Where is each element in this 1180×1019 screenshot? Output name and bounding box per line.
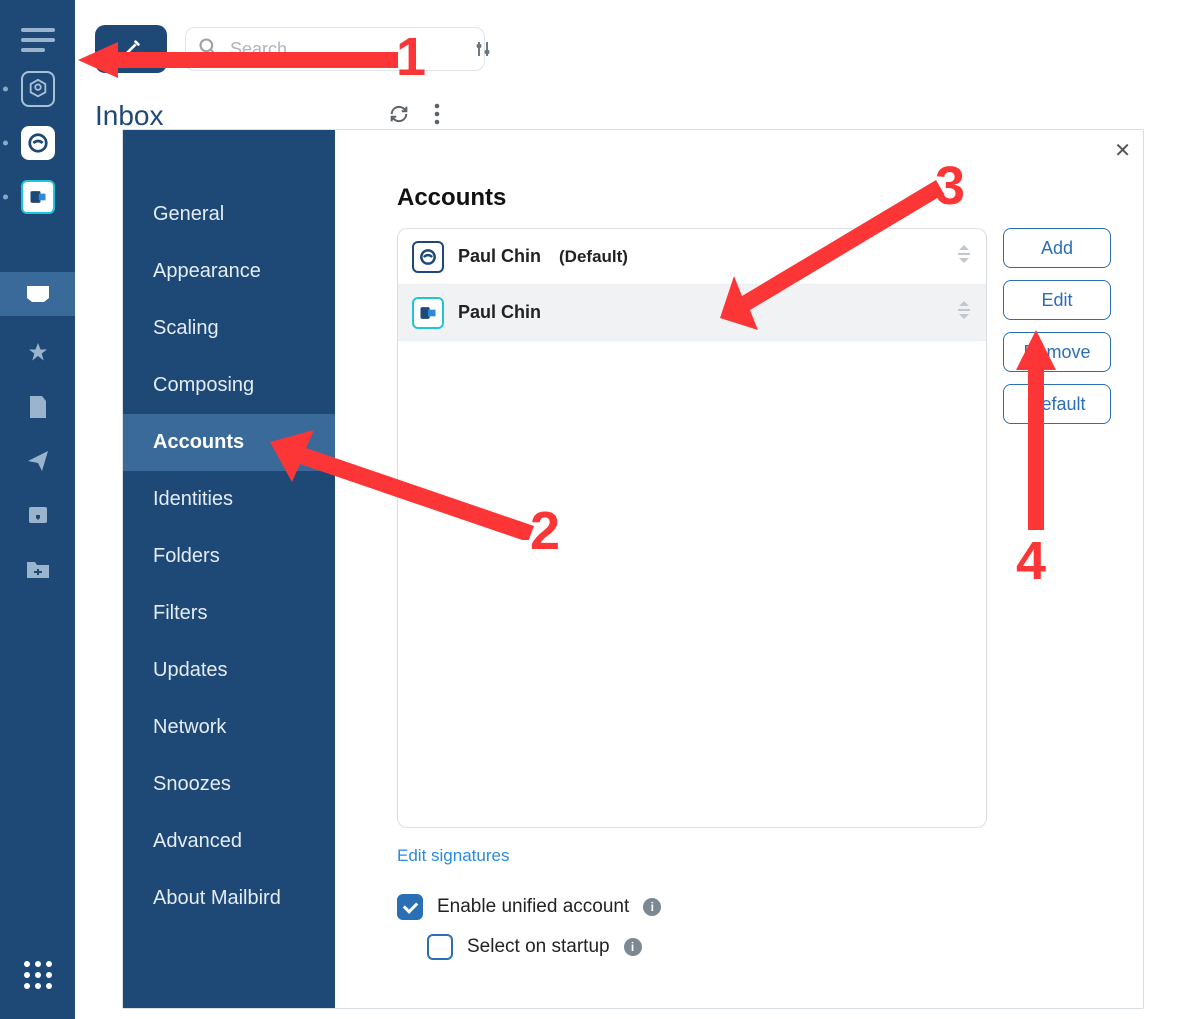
- page-title: Inbox: [95, 100, 164, 132]
- add-button[interactable]: Add: [1003, 228, 1111, 268]
- nav-item-scaling[interactable]: Scaling: [123, 300, 335, 357]
- account-row[interactable]: Paul Chin: [398, 285, 986, 341]
- app-rail: [0, 0, 75, 1019]
- nav-item-general[interactable]: General: [123, 186, 335, 243]
- nav-item-updates[interactable]: Updates: [123, 642, 335, 699]
- sidebar-item-drafts[interactable]: [21, 390, 55, 424]
- info-icon[interactable]: i: [624, 938, 642, 956]
- search-input[interactable]: [228, 38, 464, 61]
- nav-item-identities[interactable]: Identities: [123, 471, 335, 528]
- outlook-icon: [412, 297, 444, 329]
- sidebar-item-new-folder[interactable]: [21, 552, 55, 586]
- search-box[interactable]: [185, 27, 485, 71]
- refresh-icon[interactable]: [388, 103, 410, 130]
- checkbox-icon[interactable]: [397, 894, 423, 920]
- settings-nav: General Appearance Scaling Composing Acc…: [123, 130, 335, 1008]
- search-filter-icon[interactable]: [474, 40, 492, 58]
- default-button[interactable]: Default: [1003, 384, 1111, 424]
- option-unified[interactable]: Enable unified account i: [397, 894, 1111, 920]
- mailbird-account-icon[interactable]: [21, 126, 55, 160]
- nav-item-network[interactable]: Network: [123, 699, 335, 756]
- apps-grid-icon[interactable]: [24, 961, 52, 989]
- checkbox-icon[interactable]: [427, 934, 453, 960]
- outlook-account-icon[interactable]: [21, 180, 55, 214]
- account-row[interactable]: Paul Chin (Default): [398, 229, 986, 285]
- profile-icon[interactable]: [21, 72, 55, 106]
- account-name: Paul Chin: [458, 302, 541, 323]
- top-bar: [75, 0, 1180, 80]
- sidebar-item-sent[interactable]: [21, 444, 55, 478]
- account-name: Paul Chin: [458, 246, 541, 267]
- nav-item-appearance[interactable]: Appearance: [123, 243, 335, 300]
- accounts-list: Paul Chin (Default) Paul Chin: [397, 228, 987, 828]
- option-label: Enable unified account: [437, 896, 629, 918]
- sidebar-item-starred[interactable]: [21, 336, 55, 370]
- info-icon[interactable]: i: [643, 898, 661, 916]
- edit-button[interactable]: Edit: [1003, 280, 1111, 320]
- option-label: Select on startup: [467, 936, 610, 958]
- account-buttons: Add Edit Remove Default: [1003, 228, 1111, 828]
- settings-body: Accounts Paul Chin (Default): [335, 130, 1143, 1008]
- settings-dialog: ✕ General Appearance Scaling Composing A…: [122, 129, 1144, 1009]
- sidebar-item-inbox[interactable]: [0, 272, 75, 316]
- drag-handle-icon[interactable]: [956, 244, 972, 269]
- edit-signatures-link[interactable]: Edit signatures: [397, 846, 509, 866]
- more-icon[interactable]: [434, 103, 440, 130]
- nav-item-folders[interactable]: Folders: [123, 528, 335, 585]
- drag-handle-icon[interactable]: [956, 300, 972, 325]
- mailbird-icon: [412, 241, 444, 273]
- search-icon: [198, 37, 218, 62]
- settings-title: Accounts: [397, 184, 1111, 212]
- remove-button[interactable]: Remove: [1003, 332, 1111, 372]
- nav-item-about[interactable]: About Mailbird: [123, 870, 335, 927]
- compose-button[interactable]: [95, 25, 167, 73]
- nav-item-accounts[interactable]: Accounts: [123, 414, 335, 471]
- nav-item-snoozes[interactable]: Snoozes: [123, 756, 335, 813]
- option-startup[interactable]: Select on startup i: [427, 934, 1111, 960]
- menu-icon[interactable]: [21, 28, 55, 52]
- account-tag: (Default): [559, 247, 628, 267]
- sidebar-item-archive[interactable]: [21, 498, 55, 532]
- nav-item-advanced[interactable]: Advanced: [123, 813, 335, 870]
- nav-item-filters[interactable]: Filters: [123, 585, 335, 642]
- nav-item-composing[interactable]: Composing: [123, 357, 335, 414]
